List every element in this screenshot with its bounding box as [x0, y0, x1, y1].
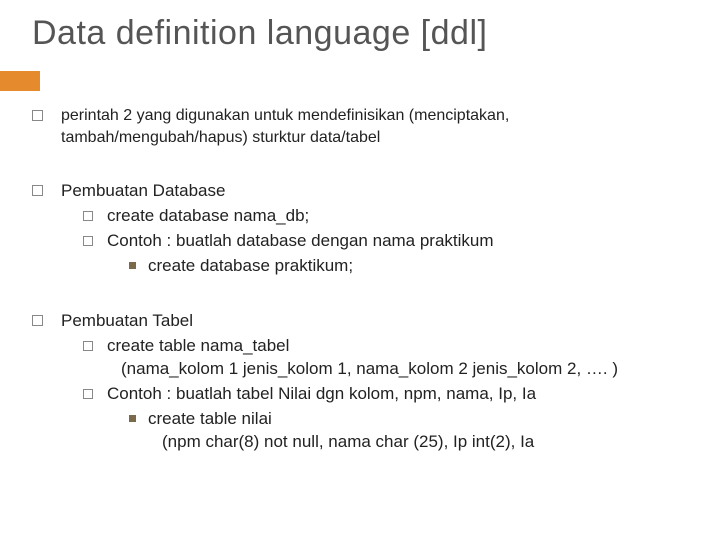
square-bullet-icon — [83, 341, 93, 351]
sub-bullet-text: Contoh : buatlah tabel Nilai dgn kolom, … — [107, 383, 688, 406]
continuation-text: (nama_kolom 1 jenis_kolom 1, nama_kolom … — [121, 358, 688, 381]
sub-bullet-item: Contoh : buatlah tabel Nilai dgn kolom, … — [83, 383, 688, 454]
filled-square-bullet-icon — [129, 415, 136, 422]
sub-sub-bullet-item: create database praktikum; — [129, 255, 688, 278]
square-bullet-icon — [32, 315, 43, 326]
square-bullet-icon — [83, 211, 93, 221]
sub-sub-bullet-item: create table nilai (npm char(8) not null… — [129, 408, 688, 454]
sub-bullet-text: create table nama_tabel — [107, 335, 688, 358]
sub-bullet-text: Contoh : buatlah database dengan nama pr… — [107, 230, 688, 253]
slide-content: perintah 2 yang digunakan untuk mendefin… — [32, 105, 688, 454]
square-bullet-icon — [32, 110, 43, 121]
sub-sub-bullet-text: create database praktikum; — [148, 255, 688, 278]
accent-bar — [0, 71, 40, 91]
square-bullet-icon — [83, 236, 93, 246]
bullet-text: perintah 2 yang digunakan untuk mendefin… — [61, 105, 688, 148]
continuation-text: (npm char(8) not null, nama char (25), I… — [162, 431, 688, 454]
sub-bullet-item: create table nama_tabel (nama_kolom 1 je… — [83, 335, 688, 381]
filled-square-bullet-icon — [129, 262, 136, 269]
sub-bullet-item: Contoh : buatlah database dengan nama pr… — [83, 230, 688, 278]
square-bullet-icon — [32, 185, 43, 196]
square-bullet-icon — [83, 389, 93, 399]
bullet-text: Pembuatan Database — [61, 180, 688, 203]
slide: Data definition language [ddl] perintah … — [0, 14, 720, 554]
bullet-item: perintah 2 yang digunakan untuk mendefin… — [32, 105, 688, 148]
bullet-text: Pembuatan Tabel — [61, 310, 688, 333]
slide-title: Data definition language [ddl] — [32, 14, 720, 53]
sub-bullet-item: create database nama_db; — [83, 205, 688, 228]
bullet-item: Pembuatan Tabel create table nama_tabel … — [32, 310, 688, 454]
sub-sub-bullet-text: create table nilai — [148, 408, 688, 431]
sub-bullet-text: create database nama_db; — [107, 205, 688, 228]
bullet-item: Pembuatan Database create database nama_… — [32, 180, 688, 278]
